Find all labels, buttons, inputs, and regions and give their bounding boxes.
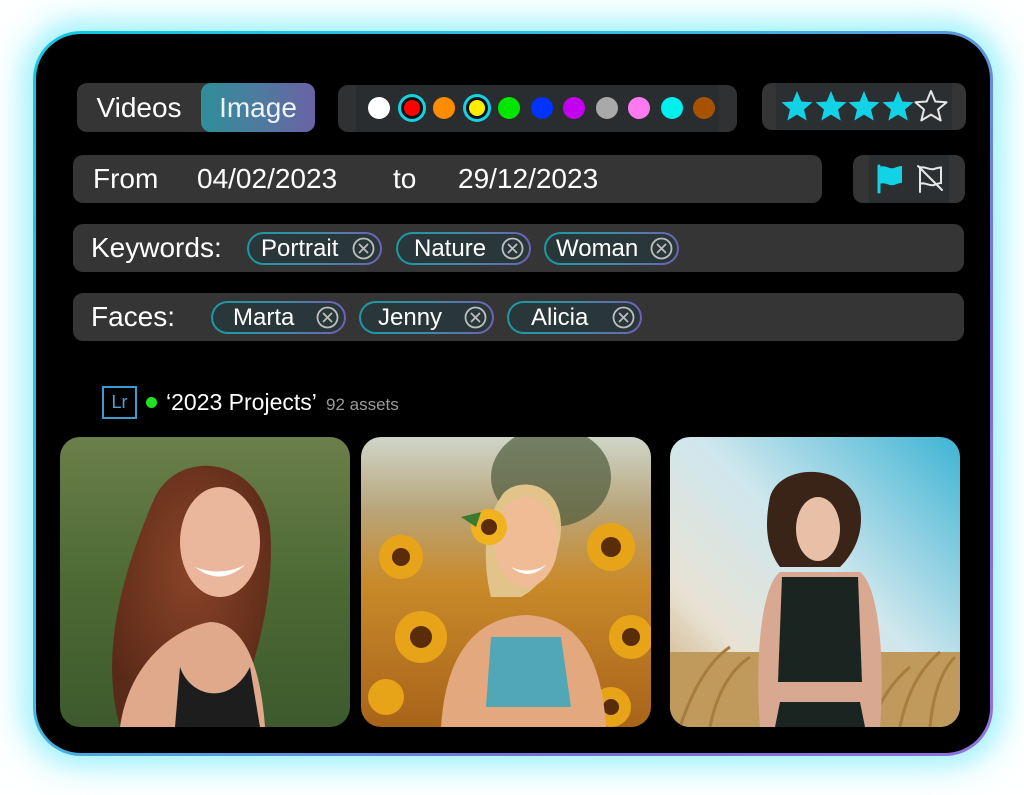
flag-off-icon xyxy=(917,165,943,193)
color-swatch-yellow[interactable] xyxy=(462,94,491,122)
star-5[interactable] xyxy=(914,90,948,122)
color-filter xyxy=(338,85,737,132)
face-chip: Marta xyxy=(211,301,346,334)
chip-body: Nature xyxy=(398,234,529,263)
remove-chip-button[interactable] xyxy=(464,306,487,329)
close-circle-icon xyxy=(316,306,339,329)
color-swatch-pink[interactable] xyxy=(628,97,650,119)
date-from-field[interactable]: 04/02/2023 xyxy=(197,155,337,203)
chip-body: Marta xyxy=(213,303,344,332)
color-swatch-brown[interactable] xyxy=(693,97,715,119)
swatch-core xyxy=(468,100,485,116)
star-2[interactable] xyxy=(814,90,848,122)
star-rating xyxy=(762,83,966,130)
color-swatch-orange[interactable] xyxy=(433,97,455,119)
close-circle-icon xyxy=(352,237,375,260)
toggle-image[interactable]: Image xyxy=(201,83,315,132)
lightroom-icon: Lr xyxy=(102,386,137,419)
star-filled-icon xyxy=(815,91,846,121)
color-swatch-gray[interactable] xyxy=(595,97,618,119)
keyword-chip: Woman xyxy=(544,232,679,265)
date-to-field[interactable]: 29/12/2023 xyxy=(458,155,598,203)
keywords-filter: Keywords: Portrait Nature Woman xyxy=(73,224,964,272)
chip-body: Jenny xyxy=(361,303,492,332)
photo-image xyxy=(361,437,651,727)
color-swatch-blue[interactable] xyxy=(530,97,553,119)
color-swatch-cyan[interactable] xyxy=(660,97,683,119)
chip-label: Alicia xyxy=(531,304,589,331)
color-swatch-green[interactable] xyxy=(498,97,520,119)
date-range-filter: From 04/02/2023 to 29/12/2023 xyxy=(73,155,822,203)
keyword-chip: Nature xyxy=(396,232,531,265)
remove-chip-button[interactable] xyxy=(352,237,375,260)
photo-thumbnail-1[interactable] xyxy=(60,437,350,727)
star-filled-icon xyxy=(848,91,880,121)
close-circle-icon xyxy=(464,306,487,329)
chip-label: Woman xyxy=(556,235,639,262)
star-filled-icon xyxy=(882,91,913,121)
faces-filter: Faces: Marta Jenny Alicia xyxy=(73,293,964,341)
close-circle-icon xyxy=(501,237,524,260)
chip-body: Portrait xyxy=(249,234,380,263)
flagged-button[interactable] xyxy=(874,163,906,195)
star-1[interactable] xyxy=(780,90,814,122)
photo-image xyxy=(670,437,960,727)
face-chip: Alicia xyxy=(507,301,642,334)
collection-name[interactable]: ‘2023 Projects’ xyxy=(166,384,317,420)
chip-label: Jenny xyxy=(378,304,443,331)
filter-panel: Videos Image From 04/02/2023 to 29/12/20… xyxy=(36,34,990,753)
flag-icon xyxy=(877,164,902,194)
photo-thumbnail-3[interactable] xyxy=(670,437,960,727)
remove-chip-button[interactable] xyxy=(316,306,339,329)
star-outline-icon xyxy=(914,90,948,122)
remove-chip-button[interactable] xyxy=(612,306,635,329)
flag-buttons xyxy=(869,155,949,203)
date-to-label: to xyxy=(393,163,417,194)
chip-label: Nature xyxy=(414,235,487,262)
toggle-videos[interactable]: Videos xyxy=(77,83,201,132)
media-type-toggle: Videos Image xyxy=(77,83,315,132)
sync-status-dot xyxy=(146,397,157,408)
chip-label: Portrait xyxy=(261,235,339,262)
unflagged-button[interactable] xyxy=(914,163,946,195)
remove-chip-button[interactable] xyxy=(501,237,524,260)
photo-thumbnail-2[interactable] xyxy=(361,437,651,727)
color-swatch-white[interactable] xyxy=(368,97,390,119)
star-4[interactable] xyxy=(881,90,915,122)
star-filled-icon xyxy=(781,91,813,121)
color-swatch-list xyxy=(356,85,719,132)
keyword-chip: Portrait xyxy=(247,232,382,265)
star-3[interactable] xyxy=(847,90,881,122)
face-chip: Jenny xyxy=(359,301,494,334)
asset-count: 92 assets xyxy=(326,395,399,414)
date-from-label: From xyxy=(93,163,159,194)
color-swatch-red[interactable] xyxy=(397,94,426,122)
photo-image xyxy=(60,437,350,727)
chip-body: Woman xyxy=(546,234,677,263)
close-circle-icon xyxy=(650,237,673,260)
flag-filter xyxy=(853,155,965,203)
remove-chip-button[interactable] xyxy=(650,237,673,260)
close-circle-icon xyxy=(612,306,635,329)
swatch-core xyxy=(403,100,420,116)
color-swatch-purple[interactable] xyxy=(563,97,585,119)
chip-label: Marta xyxy=(233,304,295,331)
star-list xyxy=(776,83,952,130)
keywords-label: Keywords: xyxy=(91,232,222,263)
faces-label: Faces: xyxy=(91,301,176,332)
chip-body: Alicia xyxy=(509,303,640,332)
